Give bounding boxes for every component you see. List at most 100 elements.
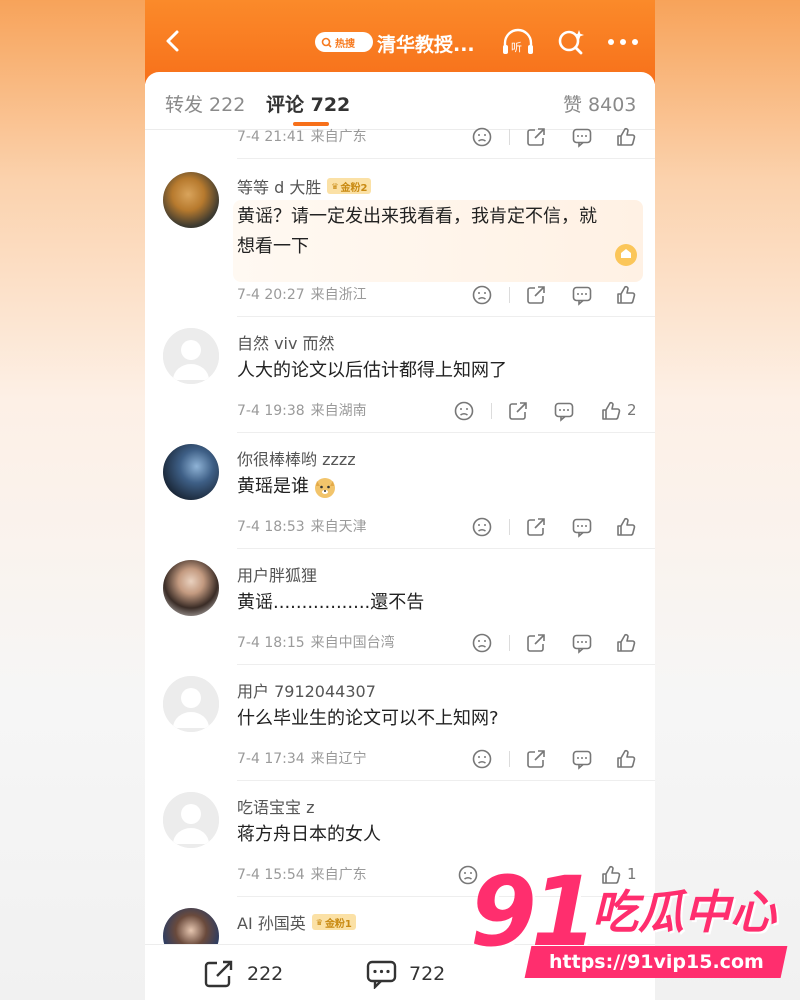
like-thumb-icon[interactable] — [615, 284, 637, 306]
comment-username[interactable]: AI 孙国英 — [237, 910, 306, 934]
comment-meta: 7-4 21:41 来自广东 — [237, 126, 367, 146]
reply-icon[interactable] — [553, 400, 575, 422]
doge-emoji-icon — [315, 478, 335, 498]
comment-location: 来自广东 — [310, 867, 367, 883]
avatar[interactable] — [163, 676, 219, 732]
comment-username[interactable]: 吃语宝宝 z — [237, 794, 315, 818]
comment-location: 来自广东 — [310, 129, 367, 145]
phone-screen: 热搜 清华教授... 听 转发 222 评论 722 赞 8403 7-4 21… — [145, 0, 655, 1000]
comment-author: 吃语宝宝 z — [237, 794, 315, 818]
default-avatar-icon — [163, 676, 219, 732]
like-thumb-icon[interactable] — [615, 516, 637, 538]
comment-time: 7-4 17:34 — [237, 751, 305, 767]
more-options-icon[interactable] — [607, 38, 639, 46]
comment-author: 用户 7912044307 — [237, 678, 376, 702]
share-icon[interactable] — [525, 516, 547, 538]
divider — [509, 751, 510, 767]
fan-badge-label: 金粉2 — [340, 182, 368, 194]
tab-likes[interactable]: 赞 8403 — [563, 90, 636, 117]
like-thumb-icon[interactable] — [615, 748, 637, 770]
avatar[interactable] — [163, 172, 219, 228]
watermark-url-banner: https://91vip15.com — [524, 946, 788, 978]
share-icon[interactable] — [525, 126, 547, 148]
reply-icon[interactable] — [571, 284, 593, 306]
reply-icon[interactable] — [571, 632, 593, 654]
avatar[interactable] — [163, 328, 219, 384]
comment-username[interactable]: 自然 viv 而然 — [237, 330, 335, 354]
comment-location: 来自湖南 — [310, 403, 367, 419]
avatar[interactable] — [163, 792, 219, 848]
comment-meta: 7-4 15:54 来自广东 — [237, 864, 367, 884]
reply-icon[interactable] — [571, 748, 593, 770]
comment-time: 7-4 19:38 — [237, 403, 305, 419]
share-icon[interactable] — [525, 748, 547, 770]
comment-author: 你很棒棒哟 zzzz — [237, 446, 356, 470]
divider — [491, 403, 492, 419]
comment-text: 蒋方舟日本的女人 — [237, 824, 381, 845]
avatar[interactable] — [163, 560, 219, 616]
dislike-face-icon[interactable] — [471, 632, 493, 654]
watermark-name: 吃瓜中心 — [592, 885, 776, 939]
dislike-face-icon[interactable] — [471, 126, 493, 148]
reply-icon[interactable] — [571, 126, 593, 148]
comment-username[interactable]: 用户胖狐狸 — [237, 562, 317, 586]
comment-button[interactable]: 722 — [365, 959, 445, 989]
comment-actions: 2 — [445, 400, 637, 424]
comment-actions — [463, 748, 655, 772]
headphones-icon[interactable]: 听 — [501, 28, 535, 56]
comment-actions — [463, 126, 655, 150]
share-icon[interactable] — [507, 400, 529, 422]
hot-search-label: 热搜 — [335, 38, 355, 50]
share-icon[interactable] — [525, 284, 547, 306]
comment-meta: 7-4 18:53 来自天津 — [237, 516, 367, 536]
dislike-face-icon[interactable] — [471, 516, 493, 538]
like-thumb-icon[interactable] — [600, 400, 622, 422]
comment-text: 黄谣？请一定发出来我看看，我肯定不信，就 想看一下 — [237, 202, 647, 262]
listen-label: 听 — [511, 41, 522, 54]
comment-location: 来自辽宁 — [310, 751, 367, 767]
comment-time: 7-4 18:53 — [237, 519, 305, 535]
comment-time: 7-4 18:15 — [237, 635, 305, 651]
page-title[interactable]: 清华教授... — [377, 30, 475, 57]
comment-username[interactable]: 等等 d 大胜 — [237, 174, 321, 198]
comment-location: 来自天津 — [310, 519, 367, 535]
divider — [237, 432, 655, 433]
divider — [509, 287, 510, 303]
comment-time: 7-4 20:27 — [237, 287, 305, 303]
fan-badge: ♛ 金粉1 — [311, 914, 356, 930]
comment-author: 用户胖狐狸 — [237, 562, 317, 586]
comment-author: AI 孙国英 ♛ 金粉1 — [237, 910, 356, 934]
comment-meta: 7-4 17:34 来自辽宁 — [237, 748, 367, 768]
comment-text: 人大的论文以后估计都得上知网了 — [237, 360, 507, 381]
dislike-face-icon[interactable] — [453, 400, 475, 422]
comment-icon — [366, 960, 397, 989]
share-icon[interactable] — [525, 632, 547, 654]
tab-repost[interactable]: 转发 222 — [165, 90, 245, 117]
comment-meta: 7-4 19:38 来自湖南 — [237, 400, 367, 420]
like-thumb-icon[interactable] — [615, 632, 637, 654]
like-count: 2 — [627, 401, 637, 419]
dislike-face-icon[interactable] — [471, 284, 493, 306]
hot-search-pill[interactable]: 热搜 — [315, 32, 373, 52]
watermark-logo: 91 吃瓜中心 https://91vip15.com — [470, 862, 788, 984]
comment-meta: 7-4 20:27 来自浙江 — [237, 284, 367, 304]
repost-icon — [204, 960, 233, 988]
dislike-face-icon[interactable] — [471, 748, 493, 770]
divider — [509, 129, 510, 145]
repost-button[interactable]: 222 — [203, 959, 283, 989]
comment-username[interactable]: 你很棒棒哟 zzzz — [237, 446, 356, 470]
tab-comments[interactable]: 评论 722 — [266, 90, 350, 117]
divider — [237, 664, 655, 665]
default-avatar-icon — [163, 792, 219, 848]
reply-icon[interactable] — [571, 516, 593, 538]
comment-text-line: 黄谣？请一定发出来我看看，我肯定不信，就 — [237, 206, 597, 227]
back-arrow-icon[interactable] — [157, 24, 191, 58]
fan-level-icon — [615, 244, 637, 266]
comment-author: 自然 viv 而然 — [237, 330, 335, 354]
like-thumb-icon[interactable] — [615, 126, 637, 148]
divider — [237, 316, 655, 317]
comment-username[interactable]: 用户 7912044307 — [237, 678, 376, 702]
comment-meta: 7-4 18:15 来自中国台湾 — [237, 632, 395, 652]
sparkle-search-icon[interactable] — [555, 26, 587, 58]
avatar[interactable] — [163, 444, 219, 500]
